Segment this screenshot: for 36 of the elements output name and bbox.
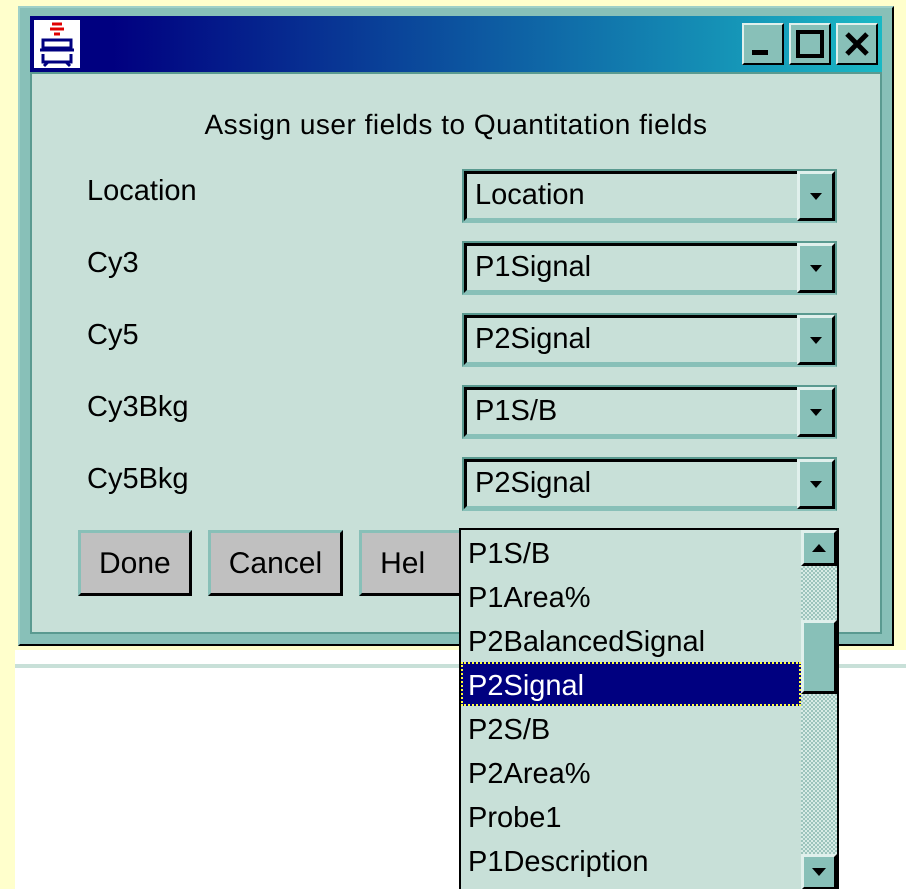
list-item[interactable]: P2S/B — [461, 706, 801, 750]
list-item[interactable]: P2Signal — [461, 662, 801, 706]
field-label: Cy3Bkg — [86, 390, 190, 426]
dropdown-arrow-icon — [810, 264, 822, 272]
list-item[interactable]: P1Description — [461, 838, 801, 882]
up-arrow-icon — [812, 544, 826, 552]
scroll-down-button[interactable] — [801, 854, 837, 889]
maximize-button[interactable] — [789, 23, 831, 65]
dialog-button[interactable]: Cancel — [208, 530, 344, 596]
close-button[interactable] — [836, 23, 878, 65]
minimize-button[interactable] — [742, 23, 784, 65]
maximize-icon — [796, 30, 824, 58]
combo-box[interactable]: P1Signal — [462, 241, 837, 295]
combo-box[interactable]: P2Signal — [462, 313, 837, 367]
combo-box[interactable]: Location — [462, 169, 837, 223]
dropdown-arrow-icon — [810, 336, 822, 344]
field-label: Cy3 — [86, 246, 140, 282]
scroll-thumb[interactable] — [801, 620, 837, 694]
list-item[interactable]: P2Area% — [461, 750, 801, 794]
dropdown-arrow-icon — [810, 192, 822, 200]
list-item[interactable]: P2BalancedSignal — [461, 618, 801, 662]
combo-box[interactable]: P1S/B — [462, 385, 837, 439]
dialog-heading: Assign user fields to Quantitation fields — [204, 108, 708, 142]
dropdown-arrow-icon — [810, 480, 822, 488]
scroll-up-button[interactable] — [801, 530, 837, 566]
list-item[interactable]: Probe1 — [461, 794, 801, 838]
combo-box[interactable]: P2Signal — [462, 457, 837, 511]
scrollbar[interactable] — [801, 530, 837, 889]
field-label: Cy5 — [86, 318, 140, 354]
down-arrow-icon — [812, 868, 826, 876]
dropdown-arrow-icon — [810, 408, 822, 416]
minimize-icon — [752, 50, 768, 54]
field-label: Location — [86, 174, 198, 210]
dialog-button[interactable]: Done — [78, 530, 192, 596]
field-label: Cy5Bkg — [86, 462, 190, 498]
close-icon — [844, 31, 870, 57]
